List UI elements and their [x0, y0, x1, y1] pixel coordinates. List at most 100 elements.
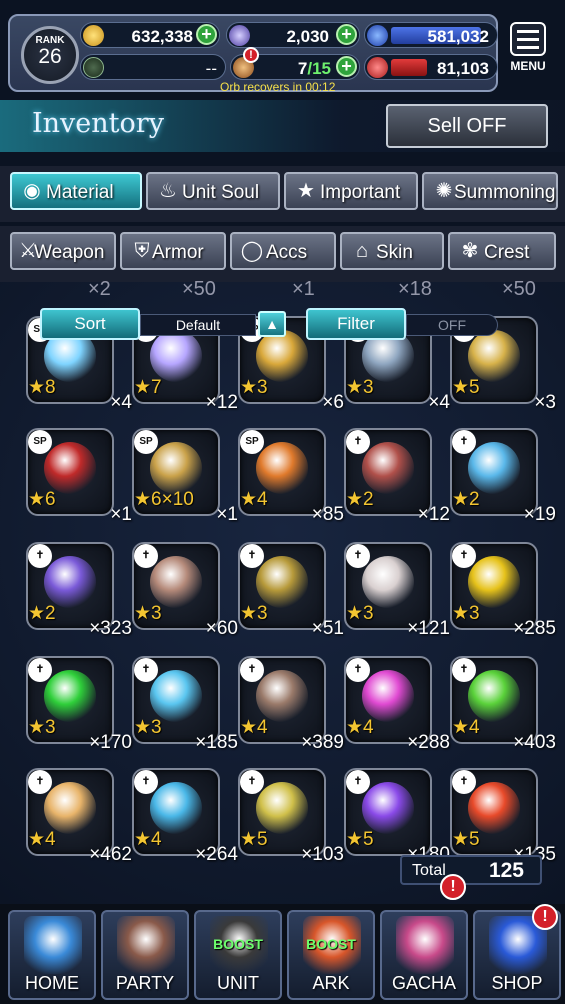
inventory-item[interactable]: ✝ ★4 ×389	[238, 656, 344, 753]
menu-label: MENU	[510, 59, 546, 73]
inventory-item[interactable]: ✝ ★3 ×170	[26, 656, 132, 753]
total-count: Total 125	[400, 855, 542, 885]
lapis-icon	[229, 25, 250, 46]
item-art-icon	[256, 442, 308, 494]
inventory-item[interactable]: ✝ ★3 ×51	[238, 542, 344, 639]
item-rarity: ★5	[452, 377, 480, 398]
item-quantity: ×103	[301, 844, 344, 865]
item-type-icon: ✝	[346, 658, 370, 682]
item-quantity: ×170	[89, 732, 132, 753]
item-type-icon: ✝	[28, 658, 52, 682]
menu-button[interactable]: MENU	[506, 22, 550, 73]
item-type-icon: ✝	[240, 770, 264, 794]
page-title: Inventory	[32, 108, 164, 139]
tab-crest[interactable]: ✾ Crest	[448, 232, 556, 270]
nav-gacha[interactable]: GACHA	[380, 910, 468, 1000]
tab-label: Unit Soul	[182, 182, 260, 203]
tab-important[interactable]: ★ Important	[284, 172, 418, 210]
item-art-icon	[468, 782, 520, 834]
item-art-icon	[150, 330, 202, 382]
sort-button[interactable]: Sort	[40, 308, 140, 340]
tab-skin[interactable]: ⌂ Skin	[340, 232, 444, 270]
item-art-icon	[468, 556, 520, 608]
player-level-display: --	[80, 54, 226, 80]
item-quantity: ×4	[110, 392, 132, 413]
sort-order-button[interactable]: ▲	[258, 311, 286, 337]
item-rarity: ★2	[28, 603, 56, 624]
item-art-icon	[256, 782, 308, 834]
inventory-item[interactable]: ✝ ★3 ×121	[344, 542, 450, 639]
item-type-icon: ✝	[452, 430, 476, 454]
tab-unit-soul[interactable]: ♨ Unit Soul	[146, 172, 280, 210]
tab-summoning[interactable]: ✺ Summoning	[422, 172, 558, 210]
item-quantity: ×6	[322, 392, 344, 413]
nav-label: ARK	[312, 973, 350, 993]
blue-orb-icon	[367, 25, 388, 46]
item-quantity: ×389	[301, 732, 344, 753]
nav-home-icon	[24, 916, 82, 974]
nav-label: HOME	[25, 973, 79, 993]
inventory-item[interactable]: ✝ ★2 ×19	[450, 428, 556, 525]
inventory-item[interactable]: ✝ ★3 ×60	[132, 542, 238, 639]
item-art-icon	[150, 442, 202, 494]
filter-button[interactable]: Filter	[306, 308, 406, 340]
bag-icon: ◉	[23, 180, 41, 202]
item-rarity: ★3	[240, 603, 268, 624]
inventory-item[interactable]: ✝★5×180	[344, 768, 450, 865]
inventory-item[interactable]: ✝ ★4 ×403	[450, 656, 556, 753]
nav-home[interactable]: HOME	[8, 910, 96, 1000]
triangle-up-icon: ▲	[265, 316, 279, 332]
item-quantity: ×462	[89, 844, 132, 865]
inventory-item[interactable]: ✝ ★4 ×462	[26, 768, 132, 865]
inventory-item[interactable]: ✝ ★3 ×185	[132, 656, 238, 753]
item-rarity: ★4	[240, 489, 268, 510]
crest-icon: ✾	[461, 240, 479, 262]
item-art-icon	[44, 442, 96, 494]
nav-label: PARTY	[115, 973, 175, 993]
sell-toggle-button[interactable]: Sell OFF	[386, 104, 548, 148]
orb-recovery-timer: Orb recovers in 00:12	[220, 80, 336, 94]
item-rarity: ★4	[134, 829, 162, 850]
add-energy-button[interactable]: +	[336, 56, 357, 77]
red-orb-display: 81,103	[364, 54, 498, 80]
lapis-value: 2,030	[286, 27, 329, 46]
sword-emblem-icon	[83, 57, 104, 78]
inventory-item[interactable]: SP ★4 ×85	[238, 428, 344, 525]
sort-value: Default	[140, 314, 256, 336]
inventory-item[interactable]: ✝ ★3 ×285	[450, 542, 556, 639]
item-rarity: ★4	[240, 717, 268, 738]
inventory-item[interactable]: ✝ ★4 ×264	[132, 768, 238, 865]
item-quantity: ×185	[195, 732, 238, 753]
inventory-item[interactable]: SP ★6×10 ×1	[132, 428, 238, 525]
tab-armor[interactable]: ⛨ Armor	[120, 232, 226, 270]
add-lapis-button[interactable]: +	[336, 24, 357, 45]
gil-icon	[83, 25, 104, 46]
partial-item-count: ×18	[398, 278, 432, 300]
item-quantity: ×19	[523, 504, 556, 525]
nav-unit[interactable]: BOOST UNIT	[194, 910, 282, 1000]
item-rarity: ★5	[346, 829, 374, 850]
partial-item-count: ×50	[182, 278, 216, 300]
add-gil-button[interactable]: +	[196, 24, 217, 45]
hamburger-icon	[510, 22, 546, 56]
tab-material[interactable]: ◉ Material	[10, 172, 142, 210]
item-type-icon: ✝	[452, 770, 476, 794]
nav-ark[interactable]: BOOST ARK	[287, 910, 375, 1000]
nav-party[interactable]: PARTY	[101, 910, 189, 1000]
item-quantity: ×285	[513, 618, 556, 639]
item-quantity: ×60	[205, 618, 238, 639]
tab-weapon[interactable]: ⚔ Weapon	[10, 232, 116, 270]
item-type-icon: ✝	[346, 430, 370, 454]
flame-icon: ♨	[159, 180, 177, 202]
inventory-item[interactable]: ✝ ★2 ×323	[26, 542, 132, 639]
item-type-icon: ✝	[28, 770, 52, 794]
item-art-icon	[362, 556, 414, 608]
item-rarity: ★7	[134, 377, 162, 398]
inventory-item[interactable]: ✝ ★4 ×288	[344, 656, 450, 753]
inventory-item[interactable]: ✝ ★2 ×12	[344, 428, 450, 525]
inventory-item[interactable]: ✝ ★5 ×103	[238, 768, 344, 865]
inventory-item[interactable]: SP ★6 ×1	[26, 428, 132, 525]
item-rarity: ★4	[28, 829, 56, 850]
tab-accs[interactable]: ◯ Accs	[230, 232, 336, 270]
inventory-item[interactable]: ✝★5×135	[450, 768, 556, 865]
